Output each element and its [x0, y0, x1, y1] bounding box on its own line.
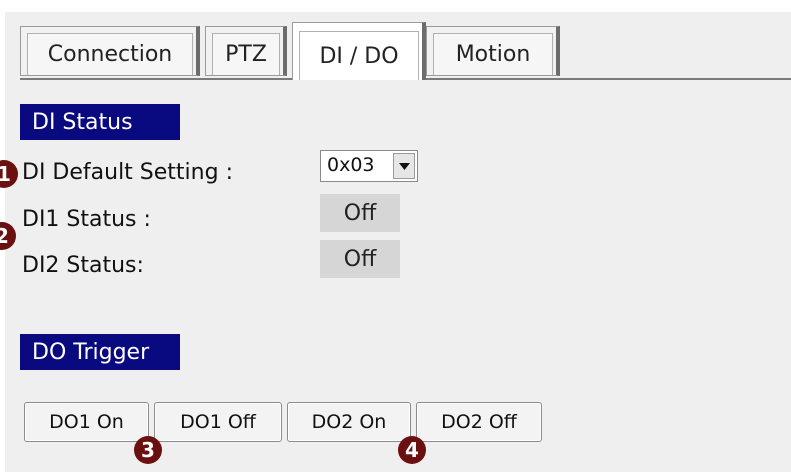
di-default-setting-select[interactable]: 0x03 — [320, 150, 418, 182]
tab-motion[interactable]: Motion — [426, 26, 560, 76]
tab-di-do[interactable]: DI / DO — [292, 22, 426, 80]
callout-badge-3-text: 3 — [141, 438, 155, 462]
callout-badge-4: 4 — [398, 436, 426, 464]
tab-bar: Connection PTZ DI / DO Motion — [20, 22, 791, 82]
tab-connection[interactable]: Connection — [20, 26, 200, 76]
callout-badge-1-text: 1 — [0, 162, 11, 186]
tab-ptz-label: PTZ — [225, 42, 267, 67]
di2-status-value: Off — [320, 240, 400, 278]
di-status-header-text: DI Status — [32, 109, 133, 135]
do2-on-button[interactable]: DO2 On — [287, 402, 411, 442]
do1-on-button[interactable]: DO1 On — [24, 402, 149, 442]
do1-off-button[interactable]: DO1 Off — [154, 402, 282, 442]
callout-badge-2-text: 2 — [0, 224, 9, 248]
di-status-header: DI Status — [20, 104, 180, 140]
tab-di-do-label: DI / DO — [319, 43, 399, 69]
tab-connection-label: Connection — [47, 42, 173, 67]
di2-status-label: DI2 Status: — [22, 253, 144, 278]
callout-badge-4-text: 4 — [405, 438, 419, 462]
do-trigger-header: DO Trigger — [20, 334, 180, 370]
chevron-down-icon[interactable] — [393, 153, 415, 179]
tab-ptz[interactable]: PTZ — [205, 26, 287, 76]
do-trigger-header-text: DO Trigger — [32, 339, 150, 365]
di1-status-label: DI1 Status : — [22, 207, 151, 232]
callout-badge-3: 3 — [134, 436, 162, 464]
di-default-setting-value: 0x03 — [327, 154, 375, 176]
di-default-setting-label: DI Default Setting : — [22, 160, 233, 185]
do2-off-button[interactable]: DO2 Off — [416, 402, 542, 442]
tab-motion-label: Motion — [455, 42, 531, 67]
di1-status-value: Off — [320, 194, 400, 232]
